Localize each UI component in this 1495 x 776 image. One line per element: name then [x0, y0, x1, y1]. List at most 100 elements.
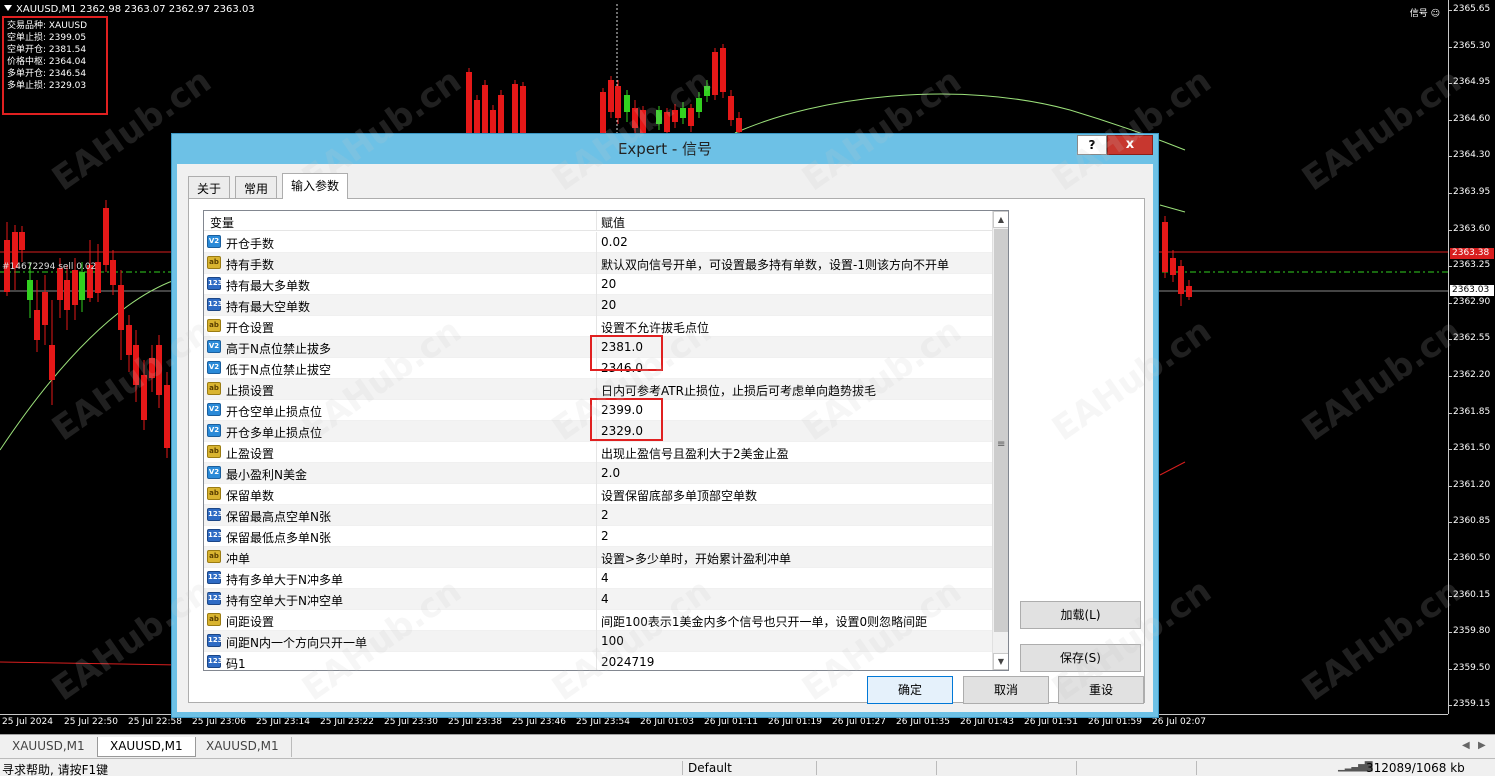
param-row[interactable]: ab 持有手数 默认双向信号开单，可设置最多持有单数，设置-1则该方向不开单 [204, 253, 992, 274]
param-value[interactable]: 默认双向信号开单，可设置最多持有单数，设置-1则该方向不开单 [601, 256, 949, 273]
param-value[interactable]: 2024719 [601, 655, 654, 669]
param-row[interactable]: ab 保留单数 设置保留底部多单顶部空单数 [204, 484, 992, 505]
grid-scrollbar[interactable]: ▲ ≡ ▼ [992, 211, 1008, 670]
tab-common[interactable]: 常用 [235, 176, 278, 198]
candle-body [696, 98, 702, 112]
param-row[interactable]: ab 开仓设置 设置不允许拔毛点位 [204, 316, 992, 337]
price-label-level: 2363.38 [1450, 248, 1494, 259]
param-row[interactable]: 123 保留最低点多单N张 2 [204, 526, 992, 547]
tab-scroll-left-icon[interactable]: ◀ [1462, 740, 1470, 751]
chart-tab-3[interactable]: XAUUSD,M1 [194, 737, 292, 757]
candle-body [64, 280, 70, 310]
param-value[interactable]: 20 [601, 298, 616, 312]
scroll-up-icon[interactable]: ▲ [993, 211, 1008, 228]
ok-button[interactable]: 确定 [867, 676, 953, 704]
param-name: 持有最大多单数 [226, 279, 311, 293]
param-value[interactable]: 2 [601, 508, 609, 522]
tab-scroll-right-icon[interactable]: ▶ [1478, 740, 1486, 751]
candle-body [704, 86, 710, 96]
price-tick-label: 2363.60 [1447, 223, 1491, 234]
price-tick-label: 2360.50 [1447, 553, 1491, 563]
time-tick-label: 26 Jul 01:27 [832, 717, 886, 727]
param-row[interactable]: V2 最小盈利N美金 2.0 [204, 463, 992, 484]
param-name: 持有手数 [226, 258, 275, 272]
param-row[interactable]: V2 开仓手数 0.02 [204, 232, 992, 253]
time-tick-label: 25 Jul 2024 [2, 717, 53, 727]
close-button[interactable]: x [1107, 135, 1153, 155]
candle-body [720, 48, 726, 92]
candle-body [664, 112, 670, 132]
row-divider [596, 631, 597, 652]
param-name: 持有多单大于N冲多单 [226, 573, 343, 587]
row-divider [596, 484, 597, 505]
smiley-icon: ☺ [1430, 9, 1440, 19]
chart-menu-triangle-icon[interactable] [4, 5, 12, 11]
candle-body [57, 268, 63, 300]
candle-body [1170, 258, 1176, 275]
column-variable[interactable]: 变量 [210, 214, 234, 231]
cancel-button[interactable]: 取消 [963, 676, 1049, 704]
param-value[interactable]: 设置不允许拔毛点位 [601, 319, 709, 336]
chart-tab-2[interactable]: XAUUSD,M1 [97, 737, 196, 757]
param-value[interactable]: 4 [601, 592, 609, 606]
param-row[interactable]: ab 止损设置 日内可参考ATR止损位，止损后可考虑单向趋势拔毛 [204, 379, 992, 400]
param-value[interactable]: 出现止盈信号且盈利大于2美金止盈 [601, 445, 789, 462]
column-divider[interactable] [596, 211, 597, 231]
candle-body [466, 72, 472, 140]
param-row[interactable]: 123 保留最高点空单N张 2 [204, 505, 992, 526]
price-tick-label: 2363.25 [1447, 260, 1491, 271]
param-row[interactable]: ab 间距设置 间距100表示1美金内多个信号也只开一单，设置0则忽略间距 [204, 610, 992, 631]
param-row[interactable]: 123 持有最大多单数 20 [204, 274, 992, 295]
dialog-title: Expert - 信号 [617, 140, 713, 158]
param-value[interactable]: 设置>多少单时，开始累计盈利冲单 [601, 550, 791, 567]
save-button[interactable]: 保存(S) [1020, 644, 1141, 672]
param-value[interactable]: 2.0 [601, 466, 620, 480]
time-tick-label: 25 Jul 22:58 [128, 717, 182, 727]
highlight-frame-limits [590, 335, 663, 371]
param-name: 开仓设置 [226, 321, 275, 335]
param-row[interactable]: 123 间距N内一个方向只开一单 100 [204, 631, 992, 652]
chart-tab-1[interactable]: XAUUSD,M1 [0, 737, 98, 757]
param-value[interactable]: 100 [601, 634, 624, 648]
param-value[interactable]: 间距100表示1美金内多个信号也只开一单，设置0则忽略间距 [601, 613, 927, 630]
reset-button[interactable]: 重设 [1058, 676, 1144, 704]
row-divider [596, 610, 597, 631]
param-value[interactable]: 设置保留底部多单顶部空单数 [601, 487, 757, 504]
price-axis[interactable]: 2365.65 2365.30 2364.95 2364.60 2364.30 2363.… [1447, 0, 1495, 714]
price-tick-label: 2359.15 [1447, 699, 1491, 710]
expert-badge[interactable]: 信号 ☺ [1410, 6, 1440, 19]
help-button[interactable]: ? [1077, 135, 1107, 155]
column-value[interactable]: 赋值 [601, 214, 625, 231]
param-row[interactable]: 123 码1 2024719 [204, 652, 992, 670]
candle-body [72, 270, 78, 305]
row-divider [596, 505, 597, 526]
param-value[interactable]: 日内可参考ATR止损位，止损后可考虑单向趋势拔毛 [601, 382, 876, 399]
time-tick-label: 25 Jul 23:06 [192, 717, 246, 727]
price-tick-label: 2363.95 [1447, 187, 1491, 197]
param-value[interactable]: 2 [601, 529, 609, 543]
param-row[interactable]: 123 持有空单大于N冲空单 4 [204, 589, 992, 610]
param-value[interactable]: 0.02 [601, 235, 628, 249]
scroll-thumb[interactable]: ≡ [994, 229, 1008, 632]
tab-about[interactable]: 关于 [188, 176, 231, 198]
status-divider [1076, 761, 1077, 775]
time-tick-label: 25 Jul 22:50 [64, 717, 118, 727]
param-row[interactable]: 123 持有多单大于N冲多单 4 [204, 568, 992, 589]
param-value[interactable]: 20 [601, 277, 616, 291]
param-name: 最小盈利N美金 [226, 468, 307, 482]
param-row[interactable]: ab 止盈设置 出现止盈信号且盈利大于2美金止盈 [204, 442, 992, 463]
int-type-icon: 123 [207, 508, 223, 521]
param-row[interactable]: 123 持有最大空单数 20 [204, 295, 992, 316]
tab-inputs[interactable]: 输入参数 [282, 173, 349, 199]
int-type-icon: 123 [207, 592, 223, 605]
string-type-icon: ab [207, 550, 221, 563]
param-name: 间距N内一个方向只开一单 [226, 636, 367, 650]
status-divider [936, 761, 937, 775]
price-tick-label: 2364.30 [1447, 150, 1491, 161]
load-button[interactable]: 加载(L) [1020, 601, 1141, 629]
param-value[interactable]: 4 [601, 571, 609, 585]
scroll-down-icon[interactable]: ▼ [993, 653, 1008, 670]
param-row[interactable]: ab 冲单 设置>多少单时，开始累计盈利冲单 [204, 547, 992, 568]
level-line-lower [0, 661, 181, 666]
candle-body [736, 118, 742, 132]
